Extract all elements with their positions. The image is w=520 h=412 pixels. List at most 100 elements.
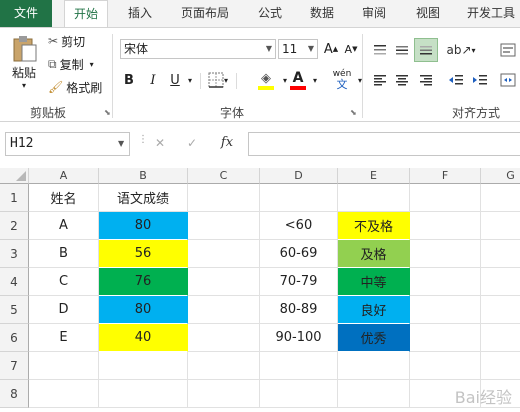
font-color-button[interactable]: A	[286, 68, 310, 92]
cell-b1[interactable]: 语文成绩	[99, 184, 188, 212]
italic-button[interactable]: I	[144, 70, 162, 90]
shrink-font-button[interactable]: A ▼	[342, 40, 360, 58]
cell-g6[interactable]	[481, 324, 520, 352]
cancel-icon[interactable]: ✕	[150, 136, 170, 150]
row-header-1[interactable]: 1	[0, 184, 29, 212]
cell-e8[interactable]	[338, 380, 410, 408]
cell-e4[interactable]: 中等	[338, 268, 410, 296]
drag-handle-icon[interactable]: ⋮	[138, 135, 148, 145]
name-box[interactable]: H12	[5, 132, 130, 156]
cell-e3[interactable]: 及格	[338, 240, 410, 268]
cell-d2[interactable]: <60	[260, 212, 338, 240]
cell-a2[interactable]: A	[29, 212, 99, 240]
cell-e7[interactable]	[338, 352, 410, 380]
increase-indent-button[interactable]	[470, 70, 490, 90]
cell-f5[interactable]	[410, 296, 481, 324]
copy-button[interactable]: ⧉ 复制 ▾	[48, 55, 94, 73]
insert-function-button[interactable]: fx	[216, 135, 238, 150]
cell-e2[interactable]: 不及格	[338, 212, 410, 240]
tab-file[interactable]: 文件	[0, 0, 52, 27]
tab-home[interactable]: 开始	[64, 0, 108, 28]
cell-e5[interactable]: 良好	[338, 296, 410, 324]
column-header-d[interactable]: D	[260, 168, 338, 184]
cell-b7[interactable]	[99, 352, 188, 380]
formula-input[interactable]	[248, 132, 520, 156]
cell-g5[interactable]	[481, 296, 520, 324]
column-header-b[interactable]: B	[99, 168, 188, 184]
bold-button[interactable]: B	[120, 70, 138, 90]
cell-c6[interactable]	[188, 324, 260, 352]
cell-d6[interactable]: 90-100	[260, 324, 338, 352]
phonetic-guide-button[interactable]: wén 文	[328, 66, 356, 94]
row-header-7[interactable]: 7	[0, 352, 29, 380]
cell-f6[interactable]	[410, 324, 481, 352]
bottom-align-button[interactable]	[414, 38, 438, 62]
enter-icon[interactable]: ✓	[182, 136, 202, 150]
chevron-down-icon[interactable]: ▼	[118, 139, 124, 148]
cell-f3[interactable]	[410, 240, 481, 268]
cell-f4[interactable]	[410, 268, 481, 296]
align-left-button[interactable]	[370, 70, 390, 90]
row-header-5[interactable]: 5	[0, 296, 29, 324]
cell-f1[interactable]	[410, 184, 481, 212]
cell-b5[interactable]: 80	[99, 296, 188, 324]
tab-review[interactable]: 审阅	[354, 0, 394, 27]
cell-g7[interactable]	[481, 352, 520, 380]
cell-b6[interactable]: 40	[99, 324, 188, 352]
cell-a7[interactable]	[29, 352, 99, 380]
cell-a3[interactable]: B	[29, 240, 99, 268]
cell-c2[interactable]	[188, 212, 260, 240]
dialog-launcher-icon[interactable]: ⬊	[350, 108, 357, 117]
tab-formulas[interactable]: 公式	[250, 0, 290, 27]
select-all-corner[interactable]	[0, 168, 29, 184]
format-painter-button[interactable]: 🖌 格式刷	[48, 78, 102, 96]
cell-e6[interactable]: 优秀	[338, 324, 410, 352]
cell-a6[interactable]: E	[29, 324, 99, 352]
cell-d8[interactable]	[260, 380, 338, 408]
cell-a1[interactable]: 姓名	[29, 184, 99, 212]
cell-b2[interactable]: 80	[99, 212, 188, 240]
cell-g1[interactable]	[481, 184, 520, 212]
decrease-indent-button[interactable]	[446, 70, 466, 90]
row-header-6[interactable]: 6	[0, 324, 29, 352]
align-right-button[interactable]	[416, 70, 436, 90]
wrap-text-button[interactable]	[498, 40, 518, 60]
grow-font-button[interactable]: A ▲	[322, 40, 340, 58]
cell-g3[interactable]	[481, 240, 520, 268]
column-header-c[interactable]: C	[188, 168, 260, 184]
cell-b4[interactable]: 76	[99, 268, 188, 296]
font-name-select[interactable]: 宋体 ▼	[120, 39, 276, 59]
orientation-button[interactable]: ab↗ ▾	[446, 40, 476, 60]
top-align-button[interactable]	[370, 40, 390, 60]
cell-f7[interactable]	[410, 352, 481, 380]
chevron-down-icon[interactable]: ▾	[310, 70, 320, 90]
row-header-4[interactable]: 4	[0, 268, 29, 296]
cell-f2[interactable]	[410, 212, 481, 240]
cell-a5[interactable]: D	[29, 296, 99, 324]
row-header-3[interactable]: 3	[0, 240, 29, 268]
paste-button[interactable]: 粘贴 ▾	[4, 32, 44, 92]
tab-data[interactable]: 数据	[302, 0, 342, 27]
cell-b3[interactable]: 56	[99, 240, 188, 268]
chevron-down-icon[interactable]: ▾	[184, 70, 196, 90]
cell-d3[interactable]: 60-69	[260, 240, 338, 268]
align-center-button[interactable]	[392, 70, 412, 90]
cell-a8[interactable]	[29, 380, 99, 408]
row-header-8[interactable]: 8	[0, 380, 29, 408]
column-header-e[interactable]: E	[338, 168, 410, 184]
tab-insert[interactable]: 插入	[120, 0, 160, 27]
cut-button[interactable]: ✂ 剪切	[48, 32, 85, 50]
row-header-2[interactable]: 2	[0, 212, 29, 240]
cell-g4[interactable]	[481, 268, 520, 296]
tab-developer[interactable]: 开发工具	[462, 0, 520, 27]
cell-c4[interactable]	[188, 268, 260, 296]
cell-c5[interactable]	[188, 296, 260, 324]
cell-c3[interactable]	[188, 240, 260, 268]
tab-page-layout[interactable]: 页面布局	[172, 0, 238, 27]
cell-g2[interactable]	[481, 212, 520, 240]
column-header-g[interactable]: G	[481, 168, 520, 184]
column-header-f[interactable]: F	[410, 168, 481, 184]
merge-center-button[interactable]	[498, 70, 518, 90]
tab-view[interactable]: 视图	[408, 0, 448, 27]
cell-c1[interactable]	[188, 184, 260, 212]
